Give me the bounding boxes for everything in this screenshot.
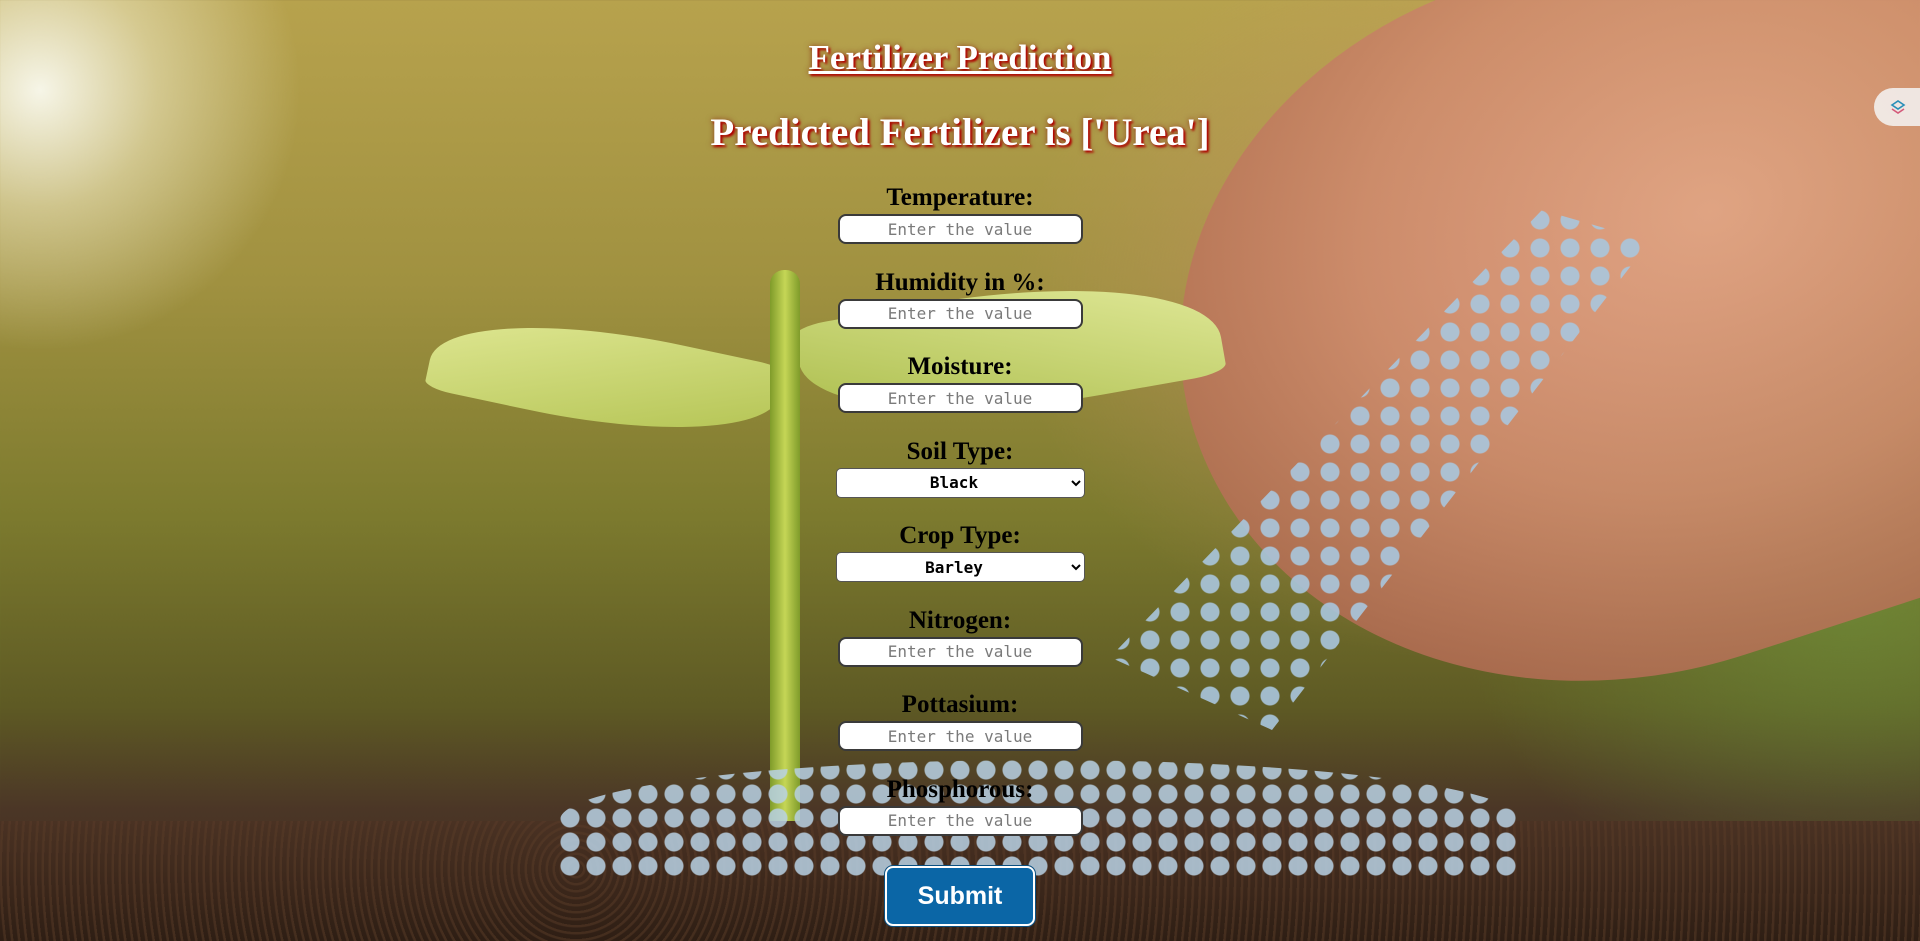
temperature-input[interactable] (837, 214, 1083, 244)
humidity-input[interactable] (837, 298, 1083, 329)
extension-tab[interactable] (1874, 88, 1920, 126)
crop-type-select[interactable]: Barley (835, 552, 1085, 582)
soil-type-label: Soil Type: (906, 437, 1014, 465)
submit-button[interactable]: Submit (885, 866, 1035, 926)
nitrogen-label: Nitrogen: (908, 606, 1012, 634)
phosphorous-label: Phosphorous: (886, 775, 1034, 803)
field-crop-type: Crop Type: Barley (810, 521, 1110, 606)
main-content: Fertilizer Prediction Predicted Fertiliz… (0, 0, 1920, 941)
temperature-label: Temperature: (886, 184, 1034, 211)
phosphorous-input[interactable] (837, 805, 1083, 836)
field-phosphorous: Phosphorous: (810, 775, 1110, 860)
field-pottasium: Pottasium: (810, 690, 1110, 775)
humidity-label: Humidity in %: (875, 268, 1045, 296)
pottasium-label: Pottasium: (901, 691, 1019, 718)
crop-type-label: Crop Type: (899, 522, 1021, 549)
moisture-label: Moisture: (907, 353, 1013, 380)
page-title: Fertilizer Prediction (808, 38, 1112, 77)
extension-icon (1890, 100, 1906, 114)
field-temperature: Temperature: (810, 183, 1110, 268)
soil-type-select[interactable]: Black (835, 467, 1085, 498)
field-soil-type: Soil Type: Black (810, 437, 1110, 522)
field-moisture: Moisture: (810, 352, 1110, 437)
field-humidity: Humidity in %: (810, 268, 1110, 353)
moisture-input[interactable] (837, 383, 1083, 413)
field-nitrogen: Nitrogen: (810, 606, 1110, 691)
pottasium-input[interactable] (837, 721, 1083, 751)
prediction-form: Temperature: Humidity in %: Moisture: So… (810, 183, 1110, 859)
nitrogen-input[interactable] (837, 636, 1083, 667)
prediction-result: Predicted Fertilizer is ['Urea'] (710, 111, 1210, 154)
